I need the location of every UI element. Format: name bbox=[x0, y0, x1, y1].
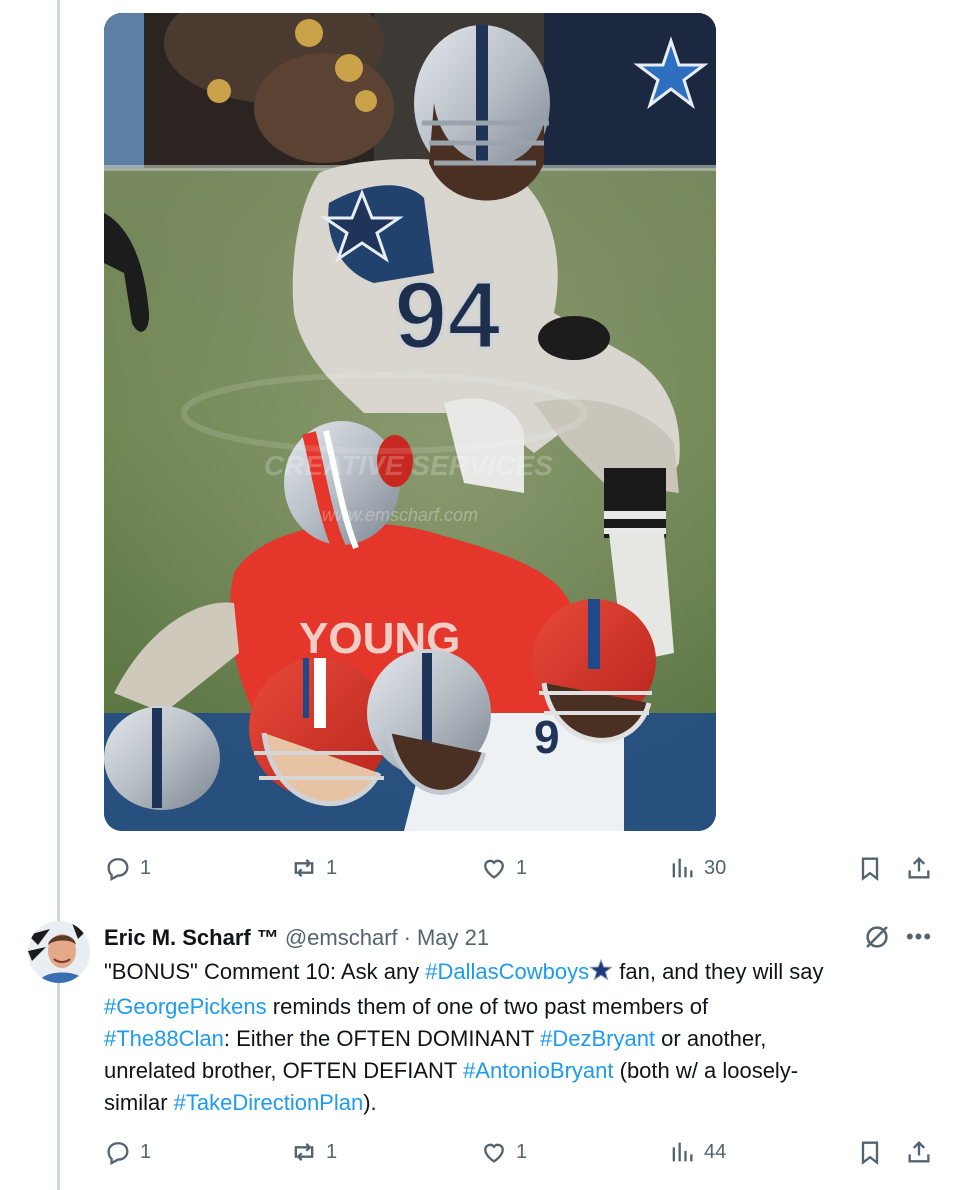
text-segment: reminds them of one of two past members … bbox=[266, 994, 709, 1019]
like-count: 1 bbox=[516, 1140, 528, 1163]
share-button[interactable] bbox=[905, 1134, 933, 1170]
hashtag-link[interactable]: #AntonioBryant bbox=[463, 1058, 613, 1083]
share-button[interactable] bbox=[905, 850, 933, 886]
text-segment: or another, bbox=[655, 1026, 767, 1051]
like-icon bbox=[484, 1143, 504, 1163]
views-count: 30 bbox=[704, 856, 727, 879]
like-count: 1 bbox=[516, 856, 528, 879]
text-line: #The88Clan: Either the OFTEN DOMINANT #D… bbox=[104, 1023, 934, 1055]
reply-button[interactable]: 1 bbox=[104, 1134, 151, 1170]
author-name[interactable]: Eric M. Scharf ™ bbox=[104, 925, 279, 951]
author-handle[interactable]: @emscharf bbox=[285, 925, 398, 951]
post2-action-bar: 1 1 1 44 bbox=[104, 1134, 934, 1170]
hashtag-link[interactable]: #GeorgePickens bbox=[104, 994, 267, 1019]
text-line: unrelated brother, OFTEN DEFIANT #Antoni… bbox=[104, 1055, 934, 1087]
reply-count: 1 bbox=[140, 856, 152, 879]
bookmark-icon bbox=[861, 857, 879, 881]
reply-count: 1 bbox=[140, 1140, 152, 1163]
bookmark-button[interactable] bbox=[856, 850, 884, 886]
avatar[interactable] bbox=[28, 921, 90, 983]
views-button[interactable]: 44 bbox=[668, 1134, 726, 1170]
views-count: 44 bbox=[704, 1140, 727, 1163]
football-collage-image: 94 YOUNG 9 CREATIVE SERVICES www.emschar… bbox=[104, 13, 716, 831]
text-segment: : Either the OFTEN DOMINANT bbox=[223, 1026, 541, 1051]
watermark-text: CREATIVE SERVICES bbox=[264, 450, 553, 481]
reply-button[interactable]: 1 bbox=[104, 850, 151, 886]
like-icon bbox=[484, 859, 504, 879]
reply-icon bbox=[107, 858, 129, 882]
text-segment: "BONUS" Comment 10: Ask any bbox=[104, 959, 426, 984]
post-media-image[interactable]: 94 YOUNG 9 CREATIVE SERVICES www.emschar… bbox=[104, 13, 716, 831]
share-icon bbox=[908, 857, 930, 879]
share-icon bbox=[908, 1141, 930, 1163]
text-segment: (both w/ a loosely- bbox=[613, 1058, 799, 1083]
like-button[interactable]: 1 bbox=[480, 1134, 527, 1170]
text-segment: unrelated brother, OFTEN DEFIANT bbox=[104, 1058, 464, 1083]
text-line: "BONUS" Comment 10: Ask any #DallasCowbo… bbox=[104, 956, 934, 991]
separator-dot: · bbox=[403, 925, 411, 950]
avatar-image bbox=[28, 921, 90, 983]
star-emoji-icon bbox=[589, 958, 614, 991]
more-options-button[interactable]: ••• bbox=[904, 922, 934, 952]
hashtag-link[interactable]: #DallasCowboys bbox=[425, 959, 589, 984]
text-line: similar #TakeDirectionPlan). bbox=[104, 1087, 934, 1119]
text-segment: ). bbox=[363, 1090, 377, 1115]
text-line: #GeorgePickens reminds them of one of tw… bbox=[104, 991, 934, 1023]
text-segment: fan, and they will say bbox=[613, 959, 824, 984]
grok-button[interactable] bbox=[862, 922, 892, 952]
hashtag-link[interactable]: #TakeDirectionPlan bbox=[174, 1090, 364, 1115]
hashtag-link[interactable]: #DezBryant bbox=[540, 1026, 655, 1051]
thread-connector-line bbox=[57, 0, 60, 1190]
views-icon bbox=[672, 1142, 693, 1162]
text-segment: similar bbox=[104, 1090, 174, 1115]
like-button[interactable]: 1 bbox=[480, 850, 527, 886]
repost-icon bbox=[294, 1143, 314, 1161]
post2-header: Eric M. Scharf ™ @emscharf · May 21 bbox=[104, 922, 489, 954]
more-icon: ••• bbox=[905, 924, 933, 949]
jersey-number-text: 94 bbox=[394, 262, 501, 369]
repost-count: 1 bbox=[326, 856, 338, 879]
post-date[interactable]: May 21 bbox=[417, 925, 489, 951]
repost-count: 1 bbox=[326, 1140, 338, 1163]
repost-button[interactable]: 1 bbox=[290, 850, 337, 886]
hashtag-link[interactable]: #The88Clan bbox=[104, 1026, 224, 1051]
reply-icon bbox=[107, 1142, 129, 1166]
repost-button[interactable]: 1 bbox=[290, 1134, 337, 1170]
post1-action-bar: 1 1 1 30 bbox=[104, 850, 934, 886]
watermark-url-text: www.emscharf.com bbox=[322, 505, 478, 525]
post2-text: "BONUS" Comment 10: Ask any #DallasCowbo… bbox=[104, 956, 934, 1119]
bookmark-button[interactable] bbox=[856, 1134, 884, 1170]
grok-icon bbox=[866, 926, 888, 948]
views-icon bbox=[672, 858, 693, 878]
views-button[interactable]: 30 bbox=[668, 850, 726, 886]
bookmark-icon bbox=[861, 1141, 879, 1165]
repost-icon bbox=[294, 859, 314, 877]
